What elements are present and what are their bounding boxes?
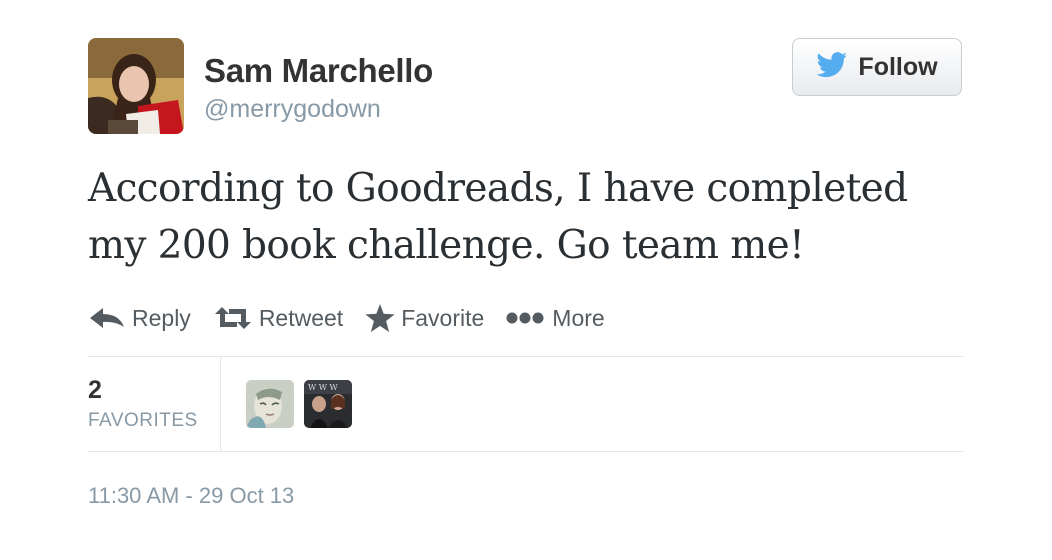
- favorite-label: Favorite: [401, 304, 485, 331]
- user-handle[interactable]: @merrygodown: [204, 95, 381, 124]
- follow-button[interactable]: Follow: [792, 38, 962, 96]
- stats-divider-bottom: [88, 451, 964, 452]
- retweet-button[interactable]: Retweet: [213, 305, 343, 332]
- reply-label: Reply: [132, 304, 191, 331]
- retweet-label: Retweet: [258, 304, 344, 331]
- reply-arrow-icon: [88, 306, 126, 330]
- stats-divider-vertical: [220, 357, 221, 451]
- favorite-button[interactable]: Favorite: [365, 304, 484, 332]
- retweet-icon: [213, 306, 253, 330]
- user-display-name[interactable]: Sam Marchello: [204, 52, 433, 90]
- favorites-count[interactable]: 2: [88, 376, 102, 405]
- favoriter-avatar[interactable]: W W W: [304, 380, 352, 428]
- reply-button[interactable]: Reply: [88, 305, 191, 332]
- ellipsis-icon: [506, 311, 546, 325]
- follow-button-label: Follow: [858, 52, 938, 81]
- svg-text:W W W: W W W: [308, 383, 339, 392]
- favoriter-avatar[interactable]: [246, 380, 294, 428]
- tweet-timestamp[interactable]: 11:30 AM - 29 Oct 13: [88, 483, 294, 509]
- user-avatar[interactable]: [88, 38, 184, 134]
- tweet-actions: Reply Retweet Favorite More: [88, 300, 627, 336]
- more-label: More: [552, 304, 605, 331]
- twitter-bird-icon: [816, 51, 848, 83]
- more-button[interactable]: More: [506, 304, 605, 332]
- star-icon: [365, 304, 395, 332]
- favorites-label[interactable]: FAVORITES: [88, 410, 198, 432]
- tweet-text: According to Goodreads, I have completed…: [88, 166, 908, 268]
